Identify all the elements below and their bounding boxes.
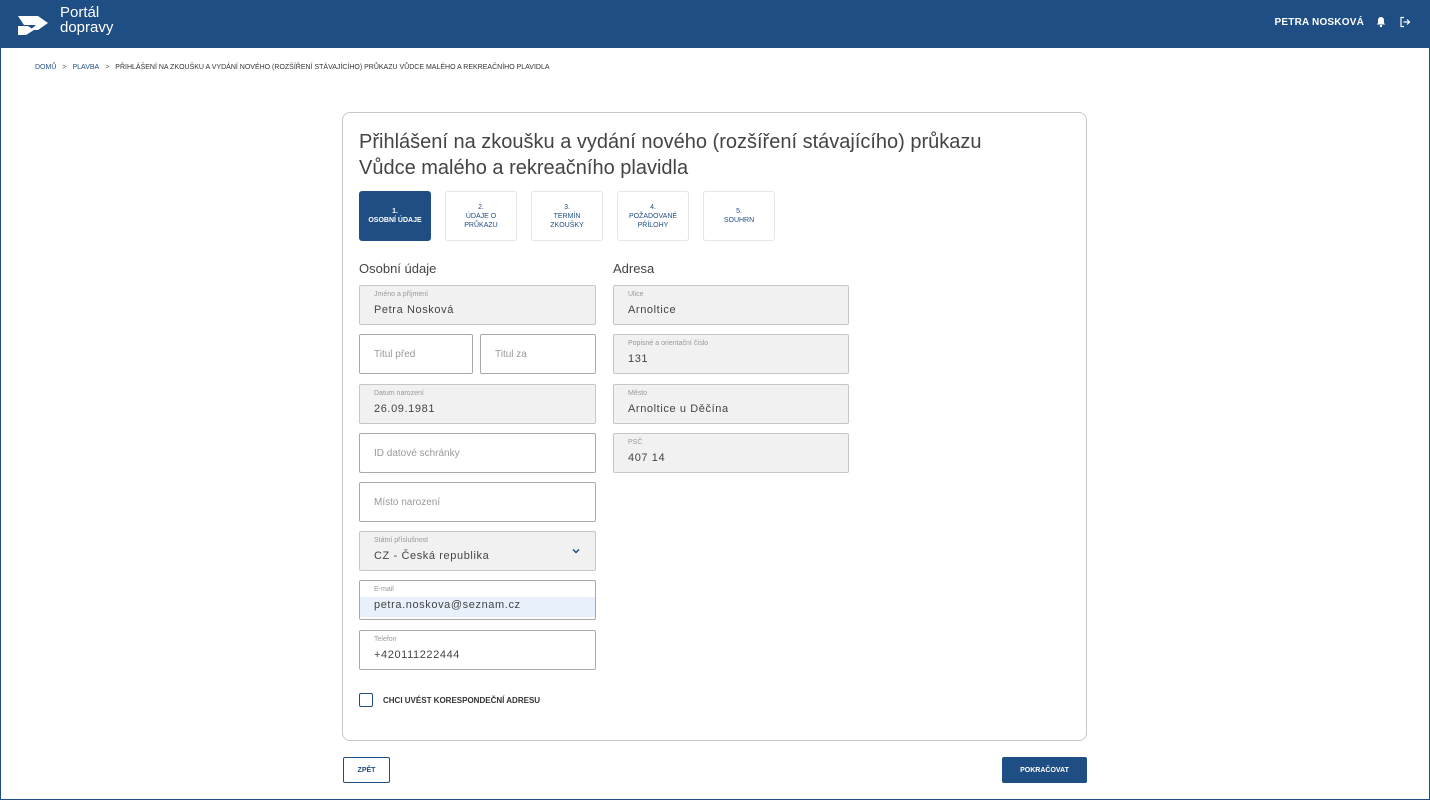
step-attachments[interactable]: 4. POŽADOVANÉ PŘÍLOHY bbox=[617, 191, 689, 241]
step-number: 3. bbox=[564, 203, 570, 211]
breadcrumb-separator: > bbox=[62, 64, 67, 71]
field-value: 407 14 bbox=[628, 452, 666, 464]
field-label: Město bbox=[628, 390, 648, 397]
field-label: PSČ bbox=[628, 439, 643, 446]
brand-line-1: Portál bbox=[60, 4, 100, 21]
step-license[interactable]: 2. ÚDAJE O PRŮKAZU bbox=[445, 191, 517, 241]
logout-icon[interactable] bbox=[1398, 15, 1412, 29]
form-card: Přihlášení na zkoušku a vydání nového (r… bbox=[342, 112, 1087, 741]
field-label: Popisné a orientační číslo bbox=[628, 340, 709, 347]
step-personal[interactable]: 1. OSOBNÍ ÚDAJE bbox=[359, 191, 431, 241]
field-value: Arnoltice bbox=[628, 304, 677, 316]
field-placeholder: Titul před bbox=[374, 349, 416, 360]
step-label: OSOBNÍ ÚDAJE bbox=[368, 217, 422, 224]
step-label: TERMÍN ZKOUŠKY bbox=[550, 212, 584, 229]
title-before-input[interactable]: Titul před bbox=[359, 334, 473, 374]
brand-line-2: dopravy bbox=[60, 19, 114, 36]
breadcrumb-separator: > bbox=[105, 64, 110, 71]
breadcrumb-current: PŘIHLÁŠENÍ NA ZKOUŠKU A VYDÁNÍ NOVÉHO (R… bbox=[115, 64, 550, 71]
step-number: 2. bbox=[478, 203, 484, 211]
step-summary[interactable]: 5. SOUHRN bbox=[703, 191, 775, 241]
user-name[interactable]: PETRA NOSKOVÁ bbox=[1275, 17, 1364, 28]
stepper: 1. OSOBNÍ ÚDAJE 2. ÚDAJE O PRŮKAZU 3. TE… bbox=[359, 191, 775, 241]
full-name-field: Jméno a příjmení Petra Nosková bbox=[359, 285, 596, 325]
field-placeholder: ID datové schránky bbox=[374, 448, 460, 459]
breadcrumb-home[interactable]: DOMŮ bbox=[35, 64, 56, 71]
step-exam-date[interactable]: 3. TERMÍN ZKOUŠKY bbox=[531, 191, 603, 241]
street-field: Ulice Arnoltice bbox=[613, 285, 849, 325]
breadcrumb: DOMŮ > PLAVBA > PŘIHLÁŠENÍ NA ZKOUŠKU A … bbox=[35, 64, 550, 71]
page-title: Přihlášení na zkoušku a vydání nového (r… bbox=[359, 129, 1059, 181]
field-value: 131 bbox=[628, 353, 649, 365]
databox-id-input[interactable]: ID datové schránky bbox=[359, 433, 596, 473]
birth-date-field: Datum narození 26.09.1981 bbox=[359, 384, 596, 424]
personal-section-title: Osobní údaje bbox=[359, 261, 437, 276]
field-label: Jméno a příjmení bbox=[374, 291, 429, 298]
correspondence-address-checkbox[interactable] bbox=[359, 693, 373, 707]
field-label: E-mail bbox=[374, 586, 394, 593]
field-label: Datum narození bbox=[374, 390, 424, 397]
step-label: SOUHRN bbox=[723, 217, 755, 224]
birthplace-input[interactable]: Místo narození bbox=[359, 482, 596, 522]
user-area: PETRA NOSKOVÁ bbox=[1275, 15, 1412, 29]
field-value: petra.noskova@seznam.cz bbox=[374, 599, 521, 611]
bell-icon[interactable] bbox=[1374, 15, 1388, 29]
page-title-line-1: Přihlášení na zkoušku a vydání nového (r… bbox=[359, 131, 982, 153]
field-label: Telefon bbox=[374, 636, 397, 643]
step-label: POŽADOVANÉ PŘÍLOHY bbox=[628, 212, 678, 229]
field-placeholder: Místo narození bbox=[374, 497, 441, 508]
chevron-down-icon[interactable] bbox=[571, 546, 581, 556]
house-number-field: Popisné a orientační číslo 131 bbox=[613, 334, 849, 374]
step-number: 1. bbox=[392, 208, 398, 215]
citizenship-select[interactable]: Státní příslušnost CZ - Česká republika bbox=[359, 531, 596, 571]
back-button[interactable]: ZPĚT bbox=[343, 757, 390, 783]
field-label: Ulice bbox=[628, 291, 644, 298]
field-value: +420111222444 bbox=[374, 649, 461, 661]
city-field: Město Arnoltice u Děčína bbox=[613, 384, 849, 424]
step-number: 4. bbox=[650, 203, 656, 211]
checkbox-label[interactable]: CHCI UVÉST KORESPONDEČNÍ ADRESU bbox=[383, 696, 540, 705]
page-title-line-2: Vůdce malého a rekreačního plavidla bbox=[359, 157, 689, 179]
email-input[interactable]: E-mail petra.noskova@seznam.cz bbox=[359, 580, 596, 620]
field-label: Státní příslušnost bbox=[374, 537, 429, 544]
phone-input[interactable]: Telefon +420111222444 bbox=[359, 630, 596, 670]
step-number: 5. bbox=[736, 208, 742, 215]
title-after-input[interactable]: Titul za bbox=[480, 334, 596, 374]
field-placeholder: Titul za bbox=[495, 349, 527, 360]
field-value: CZ - Česká republika bbox=[374, 550, 490, 562]
zip-field: PSČ 407 14 bbox=[613, 433, 849, 473]
brand-name[interactable]: Portál dopravy bbox=[60, 5, 113, 35]
field-value: 26.09.1981 bbox=[374, 403, 436, 415]
top-header: Portál dopravy PETRA NOSKOVÁ bbox=[0, 0, 1430, 48]
address-section-title: Adresa bbox=[613, 261, 655, 276]
breadcrumb-section[interactable]: PLAVBA bbox=[72, 64, 99, 71]
step-label: ÚDAJE O PRŮKAZU bbox=[464, 212, 498, 229]
continue-button[interactable]: POKRAČOVAT bbox=[1002, 757, 1087, 783]
arrow-logo-icon[interactable] bbox=[16, 10, 50, 40]
correspondence-address-row: CHCI UVÉST KORESPONDEČNÍ ADRESU bbox=[359, 693, 540, 707]
field-value: Arnoltice u Děčína bbox=[628, 403, 729, 415]
field-value: Petra Nosková bbox=[374, 304, 454, 316]
